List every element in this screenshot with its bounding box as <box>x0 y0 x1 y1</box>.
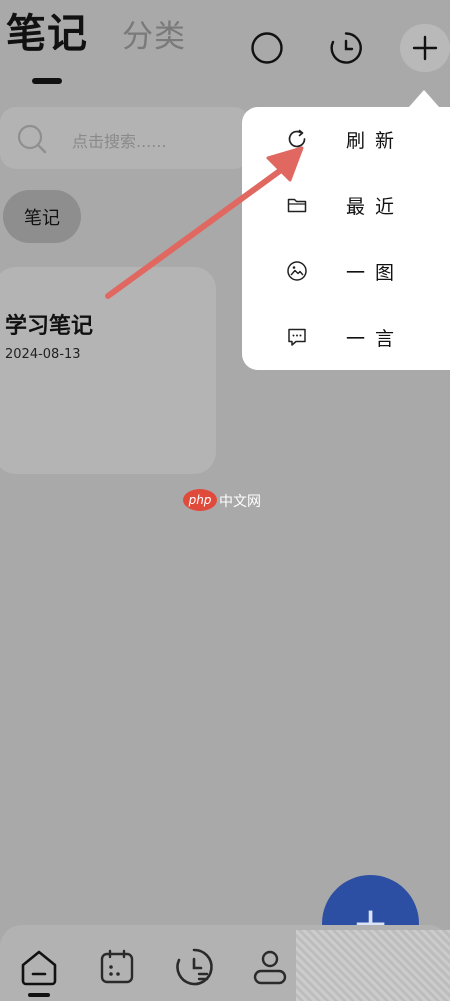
filter-chip-notes[interactable]: 笔记 <box>3 190 81 243</box>
nav-calendar[interactable] <box>95 945 139 989</box>
home-icon <box>21 950 57 986</box>
refresh-icon <box>286 128 308 150</box>
search-placeholder: 点击搜索...... <box>72 132 167 151</box>
watermark-logo: php <box>183 489 217 511</box>
message-icon <box>286 326 308 348</box>
tab-notes[interactable]: 笔记 <box>6 14 88 54</box>
add-button[interactable] <box>403 26 447 70</box>
menu-label-recent: 最近 <box>346 195 405 218</box>
menu-item-image[interactable]: 一图 <box>242 238 450 304</box>
circle-icon <box>251 32 283 64</box>
user-icon <box>253 950 287 985</box>
nav-profile[interactable] <box>248 945 292 989</box>
note-date: 2024-08-13 <box>5 347 81 362</box>
calendar-icon <box>100 949 134 984</box>
search-icon <box>17 124 47 154</box>
menu-item-refresh[interactable]: 刷新 <box>242 106 450 172</box>
circle-button[interactable] <box>245 26 289 70</box>
menu-item-recent[interactable]: 最近 <box>242 172 450 238</box>
plus-icon <box>412 35 438 61</box>
menu-item-quote[interactable]: 一言 <box>242 304 450 370</box>
tab-categories[interactable]: 分类 <box>122 22 186 53</box>
menu-label-image: 一图 <box>346 261 405 284</box>
note-title: 学习笔记 <box>5 314 94 339</box>
image-icon <box>286 260 308 282</box>
note-card[interactable] <box>0 267 216 474</box>
clock-icon <box>330 32 362 64</box>
nav-active-indicator <box>28 993 50 997</box>
blurred-region <box>296 930 450 1001</box>
menu-label-quote: 一言 <box>346 327 405 350</box>
history-icon <box>176 948 213 986</box>
tab-active-indicator <box>32 78 62 84</box>
nav-history[interactable] <box>172 945 216 989</box>
folder-icon <box>286 194 308 216</box>
menu-label-refresh: 刷新 <box>346 129 405 152</box>
watermark-text: 中文网 <box>219 494 261 510</box>
history-button[interactable] <box>324 26 368 70</box>
nav-home[interactable] <box>17 945 61 989</box>
